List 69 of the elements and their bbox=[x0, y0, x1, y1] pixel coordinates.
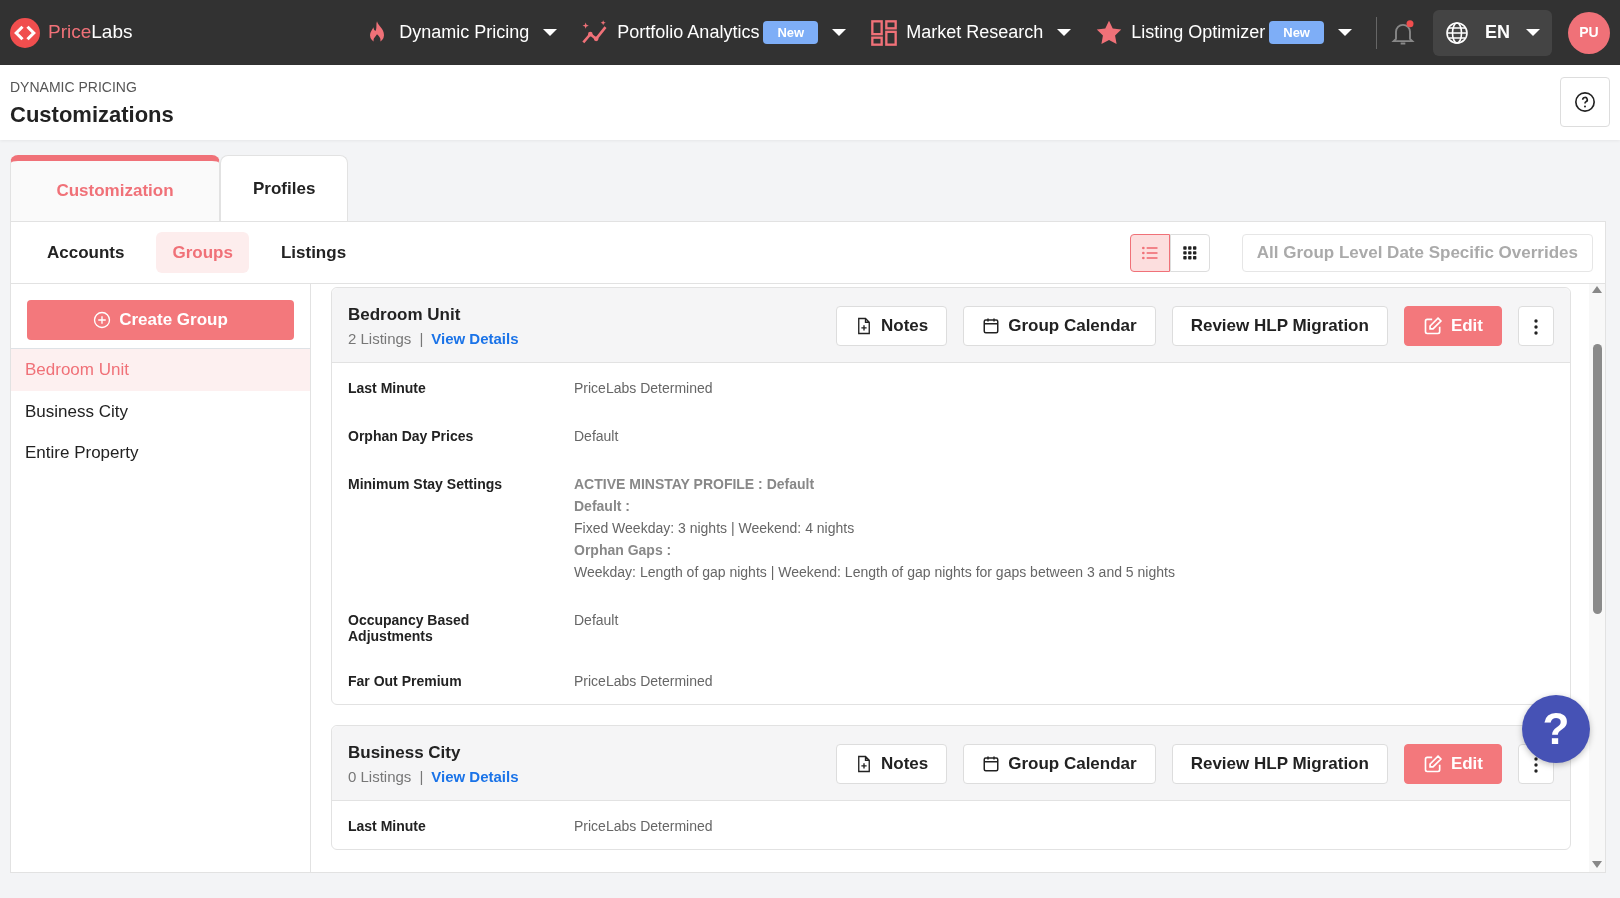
setting-value: Default bbox=[574, 611, 619, 630]
nav-link[interactable]: Dynamic Pricing bbox=[399, 19, 530, 46]
caret-icon bbox=[1526, 29, 1540, 36]
sidebar-item[interactable]: Entire Property bbox=[11, 432, 310, 474]
calendar-icon bbox=[982, 317, 1001, 335]
caret-icon bbox=[832, 29, 847, 36]
nav-link[interactable]: Listing Optimizer bbox=[1131, 19, 1266, 46]
migration-button[interactable]: Review HLP Migration bbox=[1171, 306, 1388, 346]
setting-label: Last Minute bbox=[348, 817, 427, 834]
setting-value: PriceLabs Determined bbox=[574, 672, 713, 691]
plus-circle-icon bbox=[93, 311, 112, 329]
grid-view-button[interactable] bbox=[1169, 233, 1210, 272]
sidebar-item[interactable]: Business City bbox=[11, 390, 310, 432]
edit-icon bbox=[1422, 754, 1443, 774]
group-name: Business City bbox=[348, 742, 462, 764]
view-details-link[interactable]: View Details bbox=[431, 765, 519, 788]
dashboard-icon bbox=[870, 18, 899, 47]
setting-value: PriceLabs Determined bbox=[574, 817, 713, 836]
notes-button[interactable]: Notes bbox=[835, 306, 948, 346]
nav-link[interactable]: Portfolio Analytics bbox=[617, 19, 760, 46]
setting-label: Minimum Stay Settings bbox=[348, 475, 504, 492]
listing-count: 2 Listings bbox=[348, 328, 412, 349]
migration-button[interactable]: Review HLP Migration bbox=[1171, 744, 1388, 784]
setting-value: Weekday: Length of gap nights | Weekend: Length of gap nights for gaps between 3 and 5 nights bbox=[574, 563, 1175, 582]
help-button[interactable] bbox=[1560, 77, 1610, 127]
language-selector[interactable]: EN bbox=[1433, 9, 1552, 56]
more-vertical-icon bbox=[1533, 317, 1539, 336]
scroll-down-icon bbox=[1591, 860, 1603, 870]
more-button[interactable] bbox=[1518, 306, 1554, 346]
calendar-icon bbox=[982, 755, 1001, 773]
view-details-link[interactable]: View Details bbox=[431, 327, 519, 350]
setting-label: Orphan Day Prices bbox=[348, 427, 475, 444]
scrollbar-thumb[interactable] bbox=[1592, 344, 1602, 614]
caret-icon bbox=[543, 29, 558, 36]
scrollbar[interactable] bbox=[1589, 284, 1605, 872]
group-calendar-button[interactable]: Group Calendar bbox=[963, 306, 1156, 346]
globe-icon bbox=[1445, 20, 1469, 45]
subtab[interactable]: Accounts bbox=[31, 231, 141, 274]
group-calendar-button[interactable]: Group Calendar bbox=[963, 744, 1156, 784]
edit-icon bbox=[1422, 316, 1443, 336]
page-title: Customizations bbox=[10, 101, 174, 129]
new-badge: New bbox=[1269, 20, 1324, 45]
setting-label: Last Minute bbox=[348, 379, 427, 396]
setting-value: PriceLabs Determined bbox=[574, 379, 713, 398]
caret-icon bbox=[1338, 29, 1352, 36]
notes-button[interactable]: Notes bbox=[835, 744, 948, 784]
listing-count: 0 Listings bbox=[348, 766, 412, 787]
setting-value: Orphan Gaps : bbox=[574, 541, 672, 560]
separator-text: | bbox=[419, 328, 424, 349]
brand-name: PriceLabs bbox=[48, 20, 133, 45]
setting-label: Far Out Premium bbox=[348, 672, 463, 689]
caret-icon bbox=[1057, 29, 1072, 36]
new-badge: New bbox=[763, 20, 819, 45]
breadcrumb-label: DYNAMIC PRICING bbox=[10, 78, 138, 97]
setting-label: Occupancy Based Adjustments bbox=[348, 611, 471, 644]
logo-icon bbox=[10, 17, 40, 48]
grid-icon bbox=[1180, 243, 1199, 262]
subtab[interactable]: Listings bbox=[264, 231, 363, 274]
nav-link[interactable]: Market Research bbox=[906, 19, 1044, 46]
tab[interactable]: Profiles bbox=[220, 155, 349, 221]
setting-value: Default : bbox=[574, 497, 630, 516]
setting-value: Default bbox=[574, 427, 619, 446]
scroll-up-icon bbox=[1591, 284, 1603, 294]
setting-value: Fixed Weekday: 3 nights | Weekend: 4 nights bbox=[574, 519, 855, 538]
more-vertical-icon bbox=[1533, 755, 1539, 774]
setting-value: ACTIVE MINSTAY PROFILE : Default bbox=[574, 475, 815, 494]
help-icon bbox=[1574, 91, 1596, 113]
separator-text: | bbox=[419, 766, 424, 787]
group-name: Bedroom Unit bbox=[348, 304, 462, 326]
